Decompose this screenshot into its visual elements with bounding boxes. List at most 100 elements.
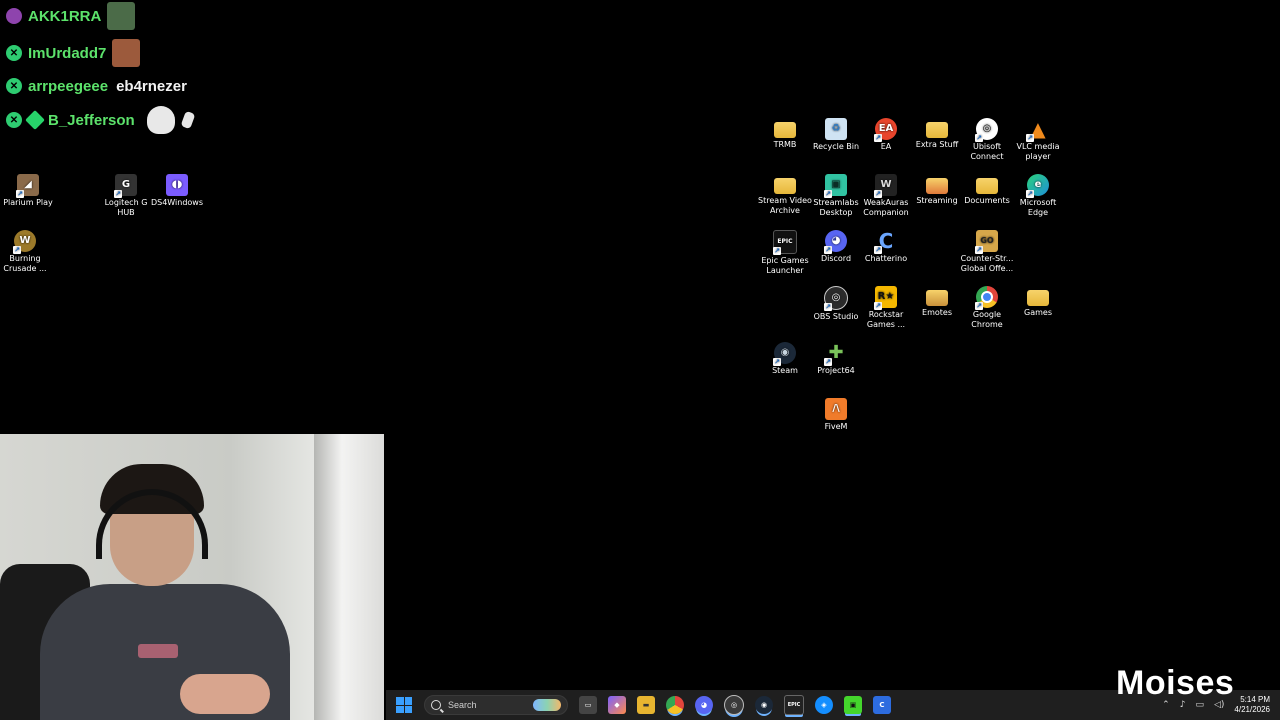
desktop-icon-rockstar[interactable]: R★Rockstar Games ... [858,286,914,330]
webcam-person-hands [180,674,270,714]
desktop-icon-label: Plarium Play [3,198,53,207]
clock-date: 4/21/2026 [1234,705,1270,714]
ubisoft-icon: ◎ [975,118,998,142]
desktop-icon-games[interactable]: Games [1010,286,1066,318]
chatterino-taskbar-icon[interactable]: C [873,696,891,714]
desktop-icon-csgo[interactable]: GOCounter-Str... Global Offe... [959,230,1015,274]
desktop-icon-plarium-play[interactable]: ◢ Plarium Play [0,174,56,208]
battlenet-taskbar-icon[interactable]: ◈ [815,696,833,714]
chat-message: eb4rnezer [116,77,187,95]
wow-icon: W [13,230,36,254]
obs-taskbar-icon[interactable]: ◎ [724,695,744,715]
clock-time: 5:14 PM [1240,695,1270,704]
steam-icon: ◉ [773,342,796,366]
chrome-taskbar-icon[interactable] [666,696,684,714]
obs-icon: ◎ [824,286,848,311]
desktop-icon-chatterino[interactable]: CChatterino [858,230,914,264]
windows-start-icon[interactable] [396,697,412,713]
webcam-background [314,434,384,720]
desktop-icon-label: Extra Stuff [915,140,959,149]
recycle-bin-icon: ♻ [825,118,847,140]
chrome-icon [975,286,998,310]
desktop-icon-burning-crusade[interactable]: W Burning Crusade ... [0,230,53,274]
moises-watermark: Moises [1116,664,1235,702]
webcam-feed [0,434,384,720]
chat-line: ✕ B_Jefferson [6,105,196,135]
desktop-icon-label: Emotes [922,308,952,317]
weakauras-icon: W [874,174,897,198]
emote-icon [112,39,141,67]
epic-taskbar-icon[interactable]: EPIC [784,695,804,715]
desktop-icon-ubisoft-connect[interactable]: ◎Ubisoft Connect [959,118,1015,162]
task-view-icon[interactable]: ▭ [579,696,597,714]
desktop-icon-streaming[interactable]: Streaming [909,174,965,206]
diamond-badge-icon [25,110,45,130]
desktop-icon-label: Stream Video Archive [758,196,812,215]
search-input[interactable]: Search [424,695,568,715]
search-highlight-icon [533,699,561,711]
chat-username: AKK1RRA [28,7,102,25]
desktop-icon-ea[interactable]: EAEA [858,118,914,152]
hand-emote-icon [180,110,196,130]
desktop-icon-label: DS4Windows [150,198,204,207]
desktop-icon-label: Chatterino [864,254,908,263]
moderator-badge-icon: ✕ [6,78,22,94]
desktop-icon-trmb[interactable]: TRMB [757,118,813,150]
desktop-icon-discord[interactable]: ◕Discord [808,230,864,264]
copilot-icon[interactable]: ◆ [608,696,626,714]
desktop-icon-emotes[interactable]: Emotes [909,286,965,318]
discord-taskbar-icon[interactable]: ◕ [695,696,713,714]
desktop-icon-chrome[interactable]: Google Chrome [959,286,1015,330]
subscriber-badge-icon [6,8,22,24]
desktop-icon-label: Microsoft Edge [1019,198,1057,217]
folder-icon [1027,290,1049,306]
vlc-icon: ▲ [1026,118,1049,142]
desktop-icon-extra-stuff[interactable]: Extra Stuff [909,118,965,150]
desktop-icon-documents[interactable]: Documents [959,174,1015,206]
edge-icon: e [1026,174,1049,198]
folder-icon [774,178,796,194]
folder-icon [926,122,948,138]
desktop-icon-label: OBS Studio [813,312,859,321]
chat-username: ImUrdadd7 [28,44,107,62]
desktop-icon-steam[interactable]: ◉Steam [757,342,813,376]
desktop-icon-label: VLC media player [1016,142,1060,161]
desktop-icon-label: Recycle Bin [812,142,860,151]
razer-taskbar-icon[interactable]: ▣ [844,696,862,714]
desktop-icon-label: Counter-Str... Global Offe... [960,254,1014,273]
chat-line: ✕ arrpeegeee eb4rnezer [6,71,187,101]
desktop-icon-label: Google Chrome [971,310,1003,329]
chat-username: arrpeegeee [28,77,109,95]
desktop-icon-streamlabs[interactable]: ▣Streamlabs Desktop [808,174,864,218]
desktop-icon-recycle-bin[interactable]: ♻ Recycle Bin [808,118,864,152]
hoodie-logo [138,644,178,658]
plarium-icon: ◢ [16,174,39,198]
desktop-icon-vlc[interactable]: ▲VLC media player [1010,118,1066,162]
desktop-icon-logitech-g-hub[interactable]: G Logitech G HUB [98,174,154,218]
ea-icon: EA [874,118,897,142]
desktop-icon-obs[interactable]: ◎OBS Studio [808,286,864,322]
desktop-icon-project64[interactable]: ✚Project64 [808,342,864,376]
desktop-icon-label: Streamlabs Desktop [813,198,859,217]
desktop-icon-label: Logitech G HUB [104,198,148,217]
desktop-icon-label: WeakAuras Companion [863,198,909,217]
desktop-icon-label: Games [1024,308,1052,317]
chat-line: AKK1RRA [6,1,136,31]
desktop-icon-epic-games[interactable]: EPICEpic Games Launcher [757,230,813,276]
steam-taskbar-icon[interactable]: ◉ [755,696,773,714]
desktop-icon-fivem[interactable]: /\ FiveM [808,398,864,432]
desktop-icon-label: Streaming [916,196,958,205]
rockstar-icon: R★ [874,286,897,310]
taskbar-clock[interactable]: 5:14 PM 4/21/2026 [1234,695,1270,715]
desktop-icon-stream-video-archive[interactable]: Stream Video Archive [757,174,813,216]
desktop-icon-label: Epic Games Launcher [761,256,809,275]
search-icon [431,700,441,710]
desktop-icon-weakauras[interactable]: WWeakAuras Companion [858,174,914,218]
desktop-icon-ds4windows[interactable]: ◖◗ DS4Windows [149,174,205,208]
file-explorer-icon[interactable]: ▬ [637,696,655,714]
desktop-icon-label: Documents [964,196,1010,205]
moderator-badge-icon: ✕ [6,112,22,128]
desktop-icon-label: TRMB [773,140,797,149]
logitech-icon: G [114,174,137,198]
desktop-icon-edge[interactable]: eMicrosoft Edge [1010,174,1066,218]
